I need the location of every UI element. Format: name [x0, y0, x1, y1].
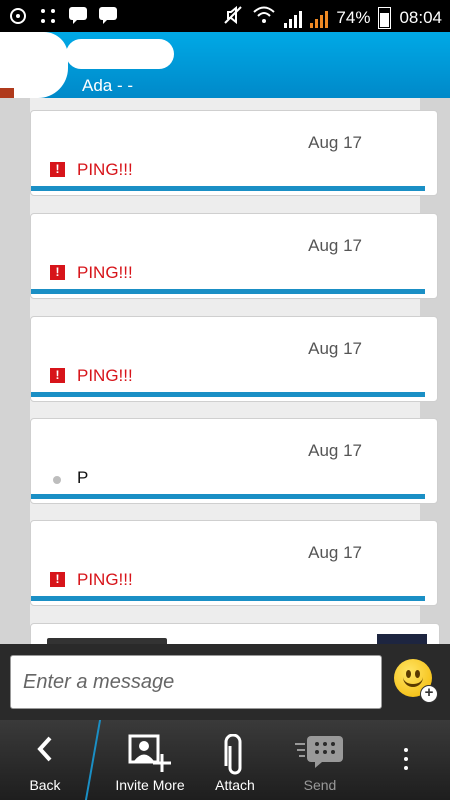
message-date: Aug 17: [308, 543, 362, 562]
battery-icon: [378, 6, 392, 29]
message-date: Aug 17: [308, 133, 362, 152]
message-bubble[interactable]: Aug 17 ! PING!!!: [30, 316, 438, 402]
message-bubble[interactable]: Aug 17 P: [30, 418, 438, 504]
image-thumbnail[interactable]: [377, 634, 427, 644]
paperclip-icon: [223, 733, 247, 779]
message-list[interactable]: Aug 17 ! PING!!! Aug 17 ! PING!!! Aug 17…: [0, 98, 450, 644]
composer: +: [0, 644, 450, 720]
read-status-dot-icon: [53, 476, 61, 484]
back-button[interactable]: Back: [0, 720, 90, 800]
ping-alert-icon: !: [50, 368, 65, 383]
invite-more-button[interactable]: Invite More: [104, 720, 196, 800]
message-input[interactable]: [10, 655, 382, 709]
message-bubble-partial[interactable]: [30, 623, 440, 644]
message-text: P: [77, 468, 89, 487]
ping-alert-icon: !: [50, 162, 65, 177]
message-bubble[interactable]: Aug 17 ! PING!!!: [30, 213, 438, 299]
invite-contact-icon: [128, 734, 172, 777]
message-bubble[interactable]: Aug 17 ! PING!!!: [30, 110, 438, 196]
send-button[interactable]: Send: [285, 720, 355, 800]
attach-button[interactable]: Attach: [200, 720, 270, 800]
ping-alert-icon: !: [50, 265, 65, 280]
message-text: PING!!!: [77, 160, 133, 179]
ping-alert-icon: !: [50, 572, 65, 587]
message-text: PING!!!: [77, 366, 133, 385]
apps-icon: [38, 6, 58, 24]
back-arrow-icon: [34, 734, 56, 767]
message-date: Aug 17: [308, 339, 362, 358]
message-date: Aug 17: [308, 236, 362, 255]
message-text: PING!!!: [77, 263, 133, 282]
message-text: PING!!!: [77, 570, 133, 589]
signal-icon: [284, 8, 303, 28]
roaming-signal-icon: [310, 8, 329, 28]
contact-name-redacted: [66, 39, 174, 69]
bbm-alt-icon: [98, 6, 118, 24]
status-bar: 74% 08:04: [0, 0, 450, 32]
clock: 08:04: [399, 7, 442, 27]
avatar[interactable]: [0, 32, 68, 98]
wifi-icon: [252, 4, 276, 31]
message-bubble[interactable]: Aug 17 ! PING!!!: [30, 520, 438, 606]
contact-subtitle: Ada - -: [82, 76, 134, 95]
notification-icon: [8, 6, 28, 24]
message-date: Aug 17: [308, 441, 362, 460]
chat-header[interactable]: Ada - -: [0, 32, 450, 98]
bbm-icon: [68, 6, 88, 24]
bbm-send-icon: [295, 734, 345, 771]
overflow-menu-icon[interactable]: [404, 748, 408, 775]
mute-icon: [222, 4, 244, 31]
battery-level: 74%: [336, 7, 371, 27]
emoticon-add-icon[interactable]: +: [394, 659, 438, 703]
